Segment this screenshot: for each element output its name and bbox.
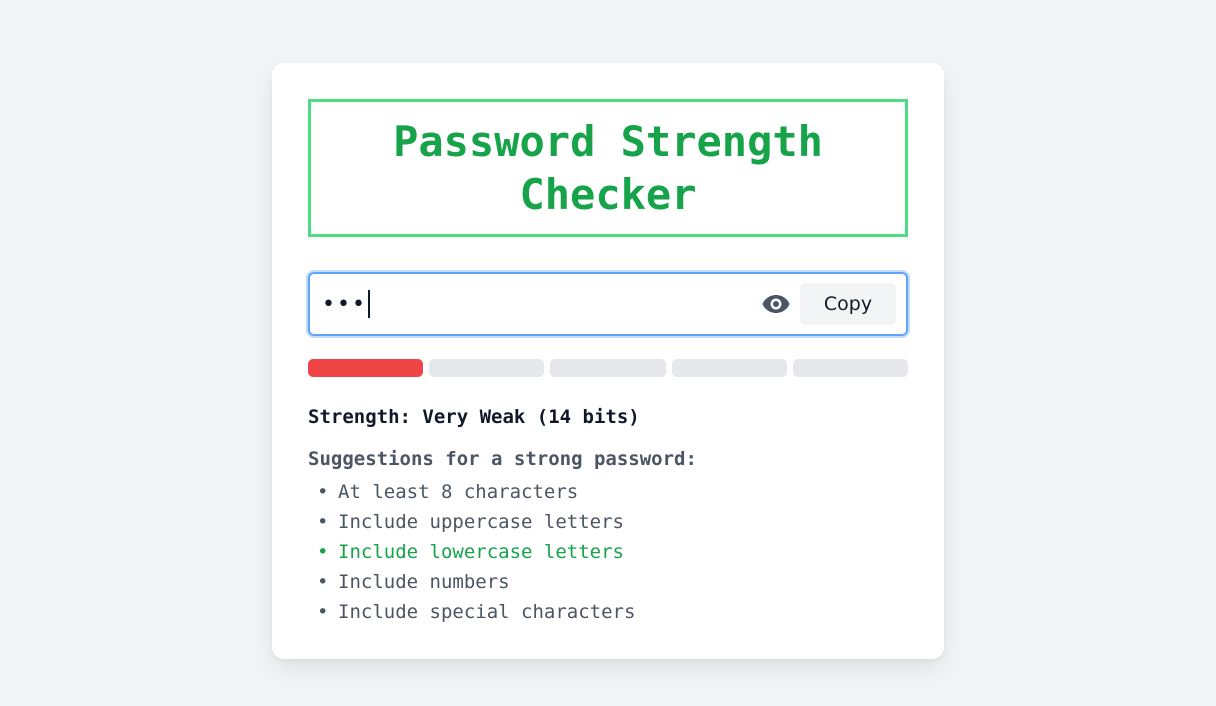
- strength-label: Strength: Very Weak (14 bits): [308, 406, 640, 428]
- suggestion-item: • Include numbers: [308, 567, 908, 597]
- suggestions-list: • At least 8 characters • Include uppercase…: [308, 477, 908, 627]
- suggestion-text: At least 8 characters: [338, 481, 579, 503]
- strength-meter-segment: [550, 359, 666, 377]
- eye-icon: [762, 295, 790, 313]
- toggle-visibility-button[interactable]: [760, 288, 792, 320]
- suggestions-title: Suggestions for a strong password:: [308, 448, 697, 470]
- password-input[interactable]: •••: [322, 274, 760, 334]
- page-title: Password Strength Checker: [393, 117, 823, 219]
- strength-meter-segment: [308, 359, 424, 377]
- password-field[interactable]: ••• Copy: [308, 272, 908, 336]
- password-masked-value: •••: [322, 291, 367, 317]
- strength-meter-segment: [671, 359, 787, 377]
- suggestion-text: Include numbers: [338, 571, 510, 593]
- strength-meter: [308, 359, 909, 377]
- suggestion-item: • Include lowercase letters: [308, 537, 908, 567]
- password-checker-card: Password Strength Checker ••• Copy Stren…: [272, 63, 944, 659]
- suggestion-text: Include uppercase letters: [338, 511, 624, 533]
- bullet-icon: •: [317, 571, 329, 593]
- text-caret: [367, 290, 370, 318]
- suggestion-item: • Include special characters: [308, 597, 908, 627]
- suggestion-text: Include special characters: [338, 601, 636, 623]
- bullet-icon: •: [317, 511, 329, 533]
- title-box: Password Strength Checker: [308, 99, 908, 237]
- bullet-icon: •: [317, 601, 329, 623]
- copy-button[interactable]: Copy: [800, 283, 896, 325]
- suggestion-item: • Include uppercase letters: [308, 507, 908, 537]
- bullet-icon: •: [317, 541, 329, 563]
- suggestion-item: • At least 8 characters: [308, 477, 908, 507]
- strength-meter-segment: [429, 359, 545, 377]
- strength-meter-segment: [792, 359, 909, 377]
- bullet-icon: •: [317, 481, 329, 503]
- suggestion-text: Include lowercase letters: [338, 541, 624, 563]
